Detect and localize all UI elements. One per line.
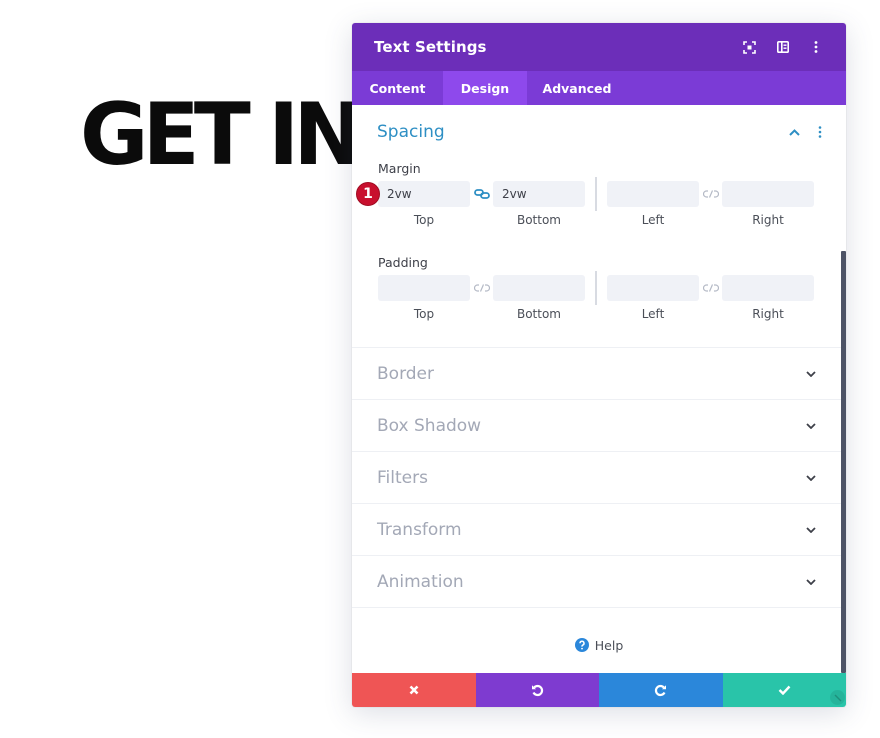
step-badge: 1 [356, 182, 380, 206]
section-title: Transform [377, 519, 462, 540]
divider [595, 271, 597, 305]
tab-content[interactable]: Content [352, 71, 443, 105]
section-title: Animation [377, 571, 464, 592]
help-label: Help [594, 637, 624, 653]
tab-advanced[interactable]: Advanced [527, 71, 627, 105]
settings-body: Spacing Margin 1 2vw 2vw Top Bottom Left… [352, 105, 846, 673]
padding-top-input[interactable] [378, 275, 470, 301]
resize-handle[interactable] [830, 690, 845, 705]
hero-heading: GET IN [80, 85, 363, 185]
label-left: Left [641, 307, 665, 321]
chevron-down-icon [806, 526, 816, 533]
section-animation[interactable]: Animation [352, 556, 846, 608]
tab-design[interactable]: Design [443, 71, 527, 105]
help-link[interactable]: Help [352, 608, 846, 673]
label-bottom: Bottom [516, 307, 561, 321]
check-icon [778, 685, 791, 695]
save-button[interactable] [722, 673, 846, 707]
section-title: Filters [377, 467, 428, 488]
label-right: Right [752, 307, 784, 321]
modal-title: Text Settings [374, 38, 487, 56]
focus-icon[interactable] [733, 32, 766, 62]
label-top: Top [413, 307, 435, 321]
padding-label: Padding [378, 255, 428, 270]
help-icon [574, 638, 589, 652]
redo-button[interactable] [599, 673, 723, 707]
modal-footer [352, 673, 846, 707]
section-border[interactable]: Border [352, 348, 846, 400]
page-canvas: GET IN Text Settings Content Design Adva… [0, 0, 880, 738]
margin-top-input[interactable]: 2vw [378, 181, 470, 207]
undo-icon [531, 684, 543, 696]
undo-button[interactable] [475, 673, 599, 707]
redo-icon [655, 684, 667, 696]
padding-bottom-input[interactable] [493, 275, 585, 301]
section-title: Border [377, 363, 434, 384]
chevron-up-icon[interactable] [789, 128, 800, 136]
padding-inputs [378, 271, 815, 305]
section-transform[interactable]: Transform [352, 504, 846, 556]
section-filters[interactable]: Filters [352, 452, 846, 504]
chevron-down-icon [806, 578, 816, 585]
margin-sub-labels: Top Bottom Left Right [378, 209, 815, 231]
modal-header: Text Settings [352, 23, 846, 71]
divider [595, 177, 597, 211]
label-top: Top [413, 213, 435, 227]
margin-label: Margin [378, 161, 421, 176]
unlink-icon[interactable] [699, 181, 722, 207]
margin-right-input[interactable] [722, 181, 814, 207]
spacing-section: Spacing Margin 1 2vw 2vw Top Bottom Left… [352, 105, 846, 348]
section-title: Box Shadow [377, 415, 482, 436]
padding-right-input[interactable] [722, 275, 814, 301]
more-options-icon[interactable] [799, 32, 832, 62]
margin-inputs: 1 2vw 2vw [356, 177, 815, 211]
unlink-icon[interactable] [699, 275, 722, 301]
cancel-button[interactable] [352, 673, 476, 707]
settings-tabs: Content Design Advanced [352, 71, 846, 105]
spacing-header[interactable]: Spacing [352, 105, 846, 159]
chevron-down-icon [806, 370, 816, 377]
sidebar-layout-icon[interactable] [766, 32, 799, 62]
link-icon[interactable] [470, 181, 493, 207]
header-icons [733, 32, 846, 62]
section-box-shadow[interactable]: Box Shadow [352, 400, 846, 452]
chevron-down-icon [806, 474, 816, 481]
spacing-title: Spacing [377, 122, 445, 142]
margin-bottom-input[interactable]: 2vw [493, 181, 585, 207]
close-icon [409, 685, 419, 695]
label-bottom: Bottom [516, 213, 561, 227]
section-options-icon[interactable] [818, 126, 822, 138]
padding-left-input[interactable] [607, 275, 699, 301]
resize-icon [834, 694, 841, 701]
chevron-down-icon [806, 422, 816, 429]
unlink-icon[interactable] [470, 275, 493, 301]
padding-sub-labels: Top Bottom Left Right [378, 303, 815, 325]
label-left: Left [641, 213, 665, 227]
scrollbar[interactable] [841, 251, 846, 673]
label-right: Right [752, 213, 784, 227]
margin-left-input[interactable] [607, 181, 699, 207]
text-settings-modal: Text Settings Content Design Advanced Sp… [352, 23, 846, 707]
